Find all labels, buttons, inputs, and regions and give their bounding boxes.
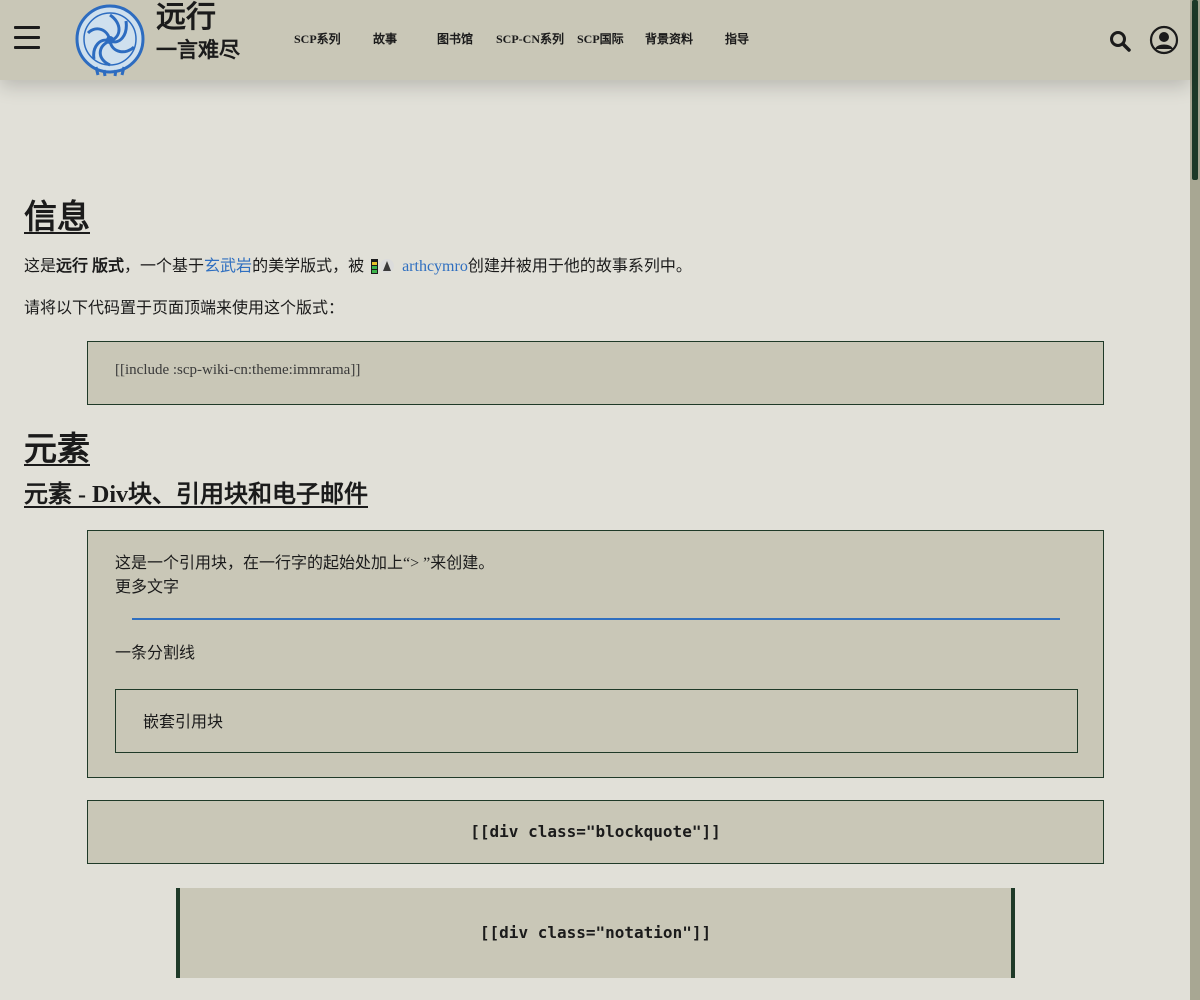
elements-subheading: 元素 - Div块、引用块和电子邮件	[24, 482, 368, 508]
nav-stories[interactable]: 故事	[373, 30, 397, 47]
user-karma-icon[interactable]	[370, 255, 396, 275]
notation-div-box: [[div class="notation"]]	[176, 888, 1015, 978]
search-icon[interactable]	[1108, 29, 1132, 53]
nested-quote-text: 嵌套引用块	[143, 714, 224, 731]
elements-heading: 元素	[24, 432, 90, 468]
info-heading: 信息	[24, 200, 90, 236]
info-text-suffix: 创建并被用于他的故事系列中。	[467, 258, 692, 275]
info-paragraph: 这是远行 版式，一个基于玄武岩的美学版式，被 arthcymro创建并被用于他的…	[24, 252, 692, 276]
nav-background[interactable]: 背景资料	[645, 30, 693, 47]
include-code[interactable]: [[include :scp-wiki-cn:theme:immrama]]	[115, 362, 360, 379]
usage-instruction: 请将以下代码置于页面顶端来使用这个版式：	[24, 300, 345, 317]
horizontal-divider	[132, 618, 1060, 620]
site-title[interactable]: 远行	[156, 1, 216, 35]
info-text-mid: ，一个基于	[124, 258, 205, 275]
theme-name-bold: 远行 版式	[56, 258, 125, 275]
site-logo-icon[interactable]	[74, 3, 146, 77]
quote-text-line2: 更多文字	[115, 579, 180, 596]
nav-guide[interactable]: 指导	[725, 30, 749, 47]
basalt-theme-link[interactable]: 玄武岩	[204, 258, 252, 275]
quote-text-line1: 这是一个引用块，在一行字的起始处加上“> ”来创建。	[115, 555, 495, 572]
nav-library[interactable]: 图书馆	[437, 30, 473, 47]
nav-scp-series[interactable]: SCP系列	[294, 30, 341, 47]
scrollbar-thumb[interactable]	[1192, 0, 1198, 180]
include-code-box: [[include :scp-wiki-cn:theme:immrama]]	[87, 341, 1104, 405]
info-text-mid2: 的美学版式，被	[252, 258, 365, 275]
menu-icon[interactable]	[14, 26, 40, 50]
site-subtitle: 一言难尽	[156, 38, 240, 62]
site-header: 远行 一言难尽 SCP系列 故事 图书馆 SCP-CN系列 SCP国际 背景资料…	[0, 0, 1190, 80]
nested-blockquote: 嵌套引用块	[115, 689, 1078, 753]
info-text-prefix: 这是	[24, 258, 57, 275]
blockquote-div-box: [[div class="blockquote"]]	[87, 800, 1104, 864]
page-scrollbar[interactable]	[1190, 0, 1200, 1000]
nav-scp-cn-series[interactable]: SCP-CN系列	[496, 30, 564, 47]
author-link[interactable]: arthcymro	[402, 258, 468, 275]
user-account-icon[interactable]	[1149, 25, 1179, 55]
blockquote-div-code: [[div class="blockquote"]]	[470, 822, 721, 841]
blockquote-example: 这是一个引用块，在一行字的起始处加上“> ”来创建。 更多文字 一条分割线 嵌套…	[87, 530, 1104, 778]
notation-div-code: [[div class="notation"]]	[479, 923, 712, 942]
nav-scp-international[interactable]: SCP国际	[577, 30, 624, 47]
divider-label: 一条分割线	[115, 645, 196, 662]
